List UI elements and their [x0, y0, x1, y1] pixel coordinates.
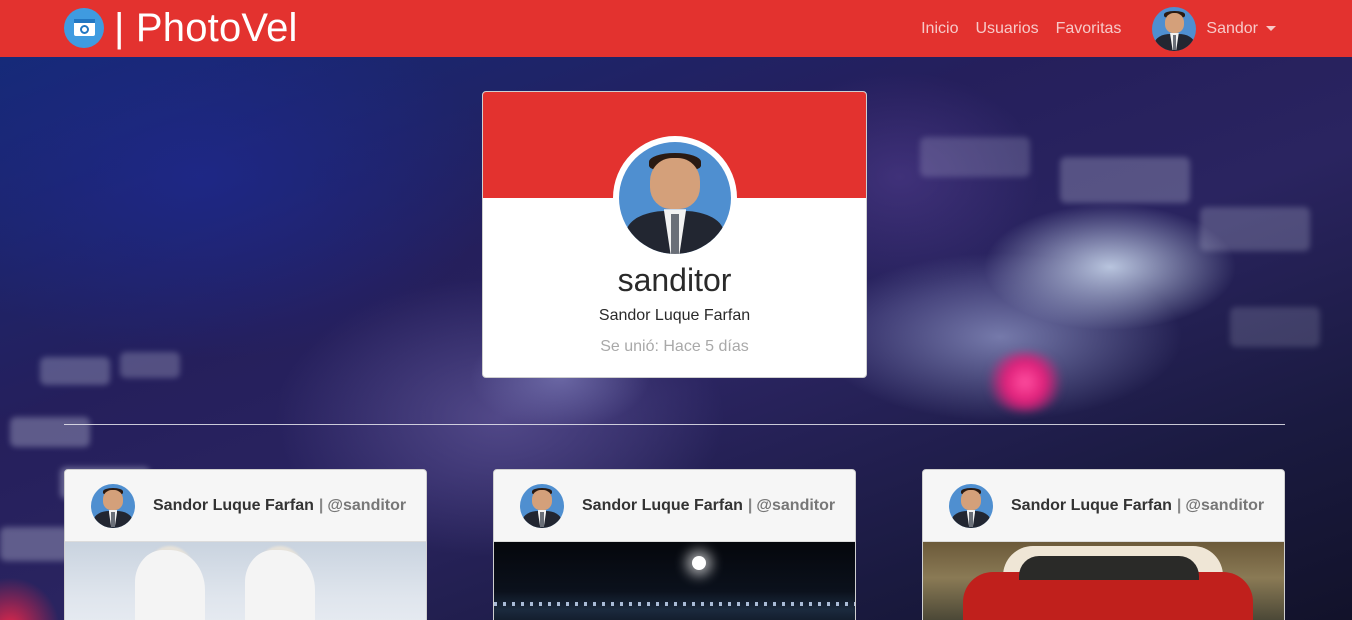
nav-links: Inicio Usuarios Favoritas Sandor [921, 0, 1352, 57]
post-card[interactable]: Sandor Luque Farfan | @sanditor [493, 469, 856, 620]
post-card[interactable]: Sandor Luque Farfan | @sanditor [64, 469, 427, 620]
camera-icon [64, 8, 104, 48]
profile-full-name: Sandor Luque Farfan [598, 307, 751, 324]
caret-down-icon [1266, 26, 1276, 31]
profile-avatar [613, 136, 737, 260]
navbar: | PhotoVel Inicio Usuarios Favoritas San… [0, 0, 1352, 57]
post-author[interactable]: Sandor Luque Farfan [582, 497, 743, 515]
user-menu-name: Sandor [1206, 19, 1258, 37]
post-image[interactable] [923, 542, 1284, 620]
brand[interactable]: | PhotoVel [64, 7, 298, 49]
profile-card: sanditor Sandor Luque Farfan Se unió: Ha… [482, 91, 867, 378]
profile-joined-date: Se unió: Hace 5 días [600, 338, 749, 355]
brand-name: | PhotoVel [114, 6, 298, 50]
avatar [1152, 6, 1197, 51]
avatar[interactable] [520, 483, 564, 528]
post-image[interactable] [65, 542, 426, 620]
nav-link-favoritas[interactable]: Favoritas [1056, 20, 1122, 38]
post-author[interactable]: Sandor Luque Farfan [153, 497, 314, 515]
nav-link-usuarios[interactable]: Usuarios [975, 20, 1038, 38]
post-header: Sandor Luque Farfan | @sanditor [65, 470, 426, 542]
post-handle[interactable]: @sanditor [327, 497, 406, 515]
post-author[interactable]: Sandor Luque Farfan [1011, 497, 1172, 515]
post-header: Sandor Luque Farfan | @sanditor [923, 470, 1284, 542]
avatar[interactable] [949, 483, 993, 528]
profile-username: sanditor [617, 262, 732, 298]
user-menu[interactable]: Sandor [1152, 6, 1276, 51]
post-handle[interactable]: @sanditor [1185, 497, 1264, 515]
post-header: Sandor Luque Farfan | @sanditor [494, 470, 855, 542]
post-handle[interactable]: @sanditor [756, 497, 835, 515]
nav-link-inicio[interactable]: Inicio [921, 20, 958, 38]
post-separator: | [318, 496, 324, 514]
post-separator: | [1176, 496, 1182, 514]
post-card[interactable]: Sandor Luque Farfan | @sanditor [922, 469, 1285, 620]
divider [64, 424, 1285, 425]
avatar[interactable] [91, 483, 135, 528]
post-separator: | [747, 496, 753, 514]
post-image[interactable] [494, 542, 855, 620]
